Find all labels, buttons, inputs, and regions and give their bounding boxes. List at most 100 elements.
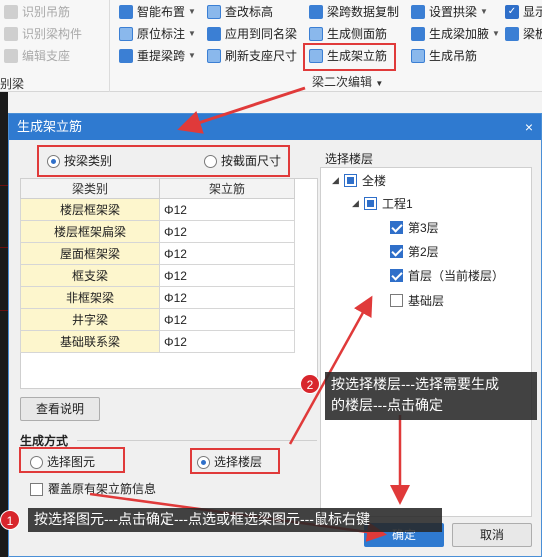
ribbon-left-group-label: 别梁 bbox=[0, 77, 25, 91]
beam-slab-icon bbox=[505, 27, 519, 41]
re-extract-span-button[interactable]: 重提梁跨 ▼ bbox=[119, 46, 196, 66]
radio-selected-icon bbox=[47, 155, 60, 169]
rebar-cell[interactable]: Φ12 bbox=[159, 264, 295, 287]
mode-by-section-radio[interactable]: 按截面尺寸 bbox=[204, 153, 281, 169]
checkbox-checked-icon[interactable] bbox=[390, 268, 403, 282]
in-situ-annotation-icon bbox=[119, 27, 133, 41]
generate-erection-rebar-dialog: 生成架立筋 × 按梁类别 按截面尺寸 梁类别 架立筋 楼层框架梁 Φ12 楼层框架… bbox=[8, 113, 542, 557]
column-header: 梁类别 bbox=[20, 178, 160, 199]
column-header: 架立筋 bbox=[159, 178, 295, 199]
identify-beam-button[interactable]: 识别梁构件 bbox=[4, 24, 82, 44]
chevron-down-icon: ▼ bbox=[188, 51, 196, 60]
table-row[interactable]: 框支梁 Φ12 bbox=[20, 264, 295, 287]
arch-beam-button[interactable]: 设置拱梁 ▼ bbox=[411, 2, 488, 22]
beam-haunch-button[interactable]: 生成梁加腋 ▼ bbox=[411, 24, 500, 44]
help-button[interactable]: 查看说明 bbox=[20, 397, 100, 421]
copy-span-data-button[interactable]: 梁跨数据复制 bbox=[309, 2, 399, 22]
identify-beam-icon bbox=[4, 27, 18, 41]
side-rebar-button[interactable]: 生成侧面筋 bbox=[309, 24, 387, 44]
workspace-backdrop bbox=[0, 92, 8, 557]
hanger-rebar-icon bbox=[411, 49, 425, 63]
table-row[interactable]: 非框架梁 Φ12 bbox=[20, 286, 295, 309]
beam-type-cell: 楼层框架扁梁 bbox=[20, 220, 160, 243]
tree-node-project[interactable]: ◢ 工程1 bbox=[352, 193, 413, 213]
divider bbox=[77, 440, 317, 441]
dialog-title: 生成架立筋 bbox=[17, 119, 83, 134]
rebar-cell[interactable]: Φ12 bbox=[159, 198, 295, 221]
chevron-down-icon: ▼ bbox=[480, 7, 488, 16]
apply-same-name-button[interactable]: 应用到同名梁 bbox=[207, 24, 297, 44]
show-checkbox-icon: ✓ bbox=[505, 5, 519, 19]
table-row[interactable]: 楼层框架扁梁 Φ12 bbox=[20, 220, 295, 243]
refresh-support-button[interactable]: 刷新支座尺寸 bbox=[207, 46, 297, 66]
table-row[interactable]: 井字梁 Φ12 bbox=[20, 308, 295, 331]
re-extract-span-icon bbox=[119, 49, 133, 63]
ribbon-toolbar: 识别吊筋 识别梁构件 编辑支座 别梁 智能布置 ▼ 原位标注 ▼ 重提梁跨 ▼ 查改标… bbox=[0, 0, 542, 92]
erection-rebar-highlight bbox=[303, 43, 396, 71]
rebar-cell[interactable]: Φ12 bbox=[159, 286, 295, 309]
radio-icon bbox=[30, 456, 43, 470]
table-header-row: 梁类别 架立筋 bbox=[20, 178, 295, 199]
checkbox-icon[interactable] bbox=[390, 293, 403, 307]
check-elevation-button[interactable]: 查改标高 bbox=[207, 2, 273, 22]
beam-type-table: 梁类别 架立筋 楼层框架梁 Φ12 楼层框架扁梁 Φ12 屋面框架梁 Φ12 框支梁 Φ… bbox=[20, 178, 295, 353]
check-elevation-icon bbox=[207, 5, 221, 19]
backdrop-line bbox=[0, 247, 8, 248]
tree-node-floor[interactable]: 基础层 bbox=[390, 290, 444, 310]
beam-type-cell: 屋面框架梁 bbox=[20, 242, 160, 265]
copy-span-data-icon bbox=[309, 5, 323, 19]
identify-hanger-button[interactable]: 识别吊筋 bbox=[4, 2, 70, 22]
refresh-support-icon bbox=[207, 49, 221, 63]
beam-type-cell: 井字梁 bbox=[20, 308, 160, 331]
tree-node-floor[interactable]: 第2层 bbox=[390, 241, 439, 261]
collapse-arrow-icon[interactable]: ◢ bbox=[352, 198, 364, 209]
step-badge-1: 1 bbox=[0, 510, 20, 530]
radio-icon bbox=[204, 155, 217, 169]
hanger-rebar-button[interactable]: 生成吊筋 bbox=[411, 46, 477, 66]
edit-support-button[interactable]: 编辑支座 bbox=[4, 46, 70, 66]
cancel-button[interactable]: 取消 bbox=[452, 523, 532, 547]
close-icon[interactable]: × bbox=[525, 114, 533, 140]
rebar-cell[interactable]: Φ12 bbox=[159, 330, 295, 353]
callout-element-selection: 按选择图元---点击确定---点选或框选梁图元---鼠标右键 bbox=[28, 508, 442, 532]
arch-beam-icon bbox=[411, 5, 425, 19]
checkbox-checked-icon[interactable] bbox=[390, 220, 403, 234]
tree-node-floor[interactable]: 第3层 bbox=[390, 217, 439, 237]
rebar-cell[interactable]: Φ12 bbox=[159, 220, 295, 243]
ribbon-left-group: 识别吊筋 识别梁构件 编辑支座 别梁 bbox=[0, 0, 110, 92]
checkbox-partial-icon[interactable] bbox=[364, 196, 377, 210]
beam-haunch-icon bbox=[411, 27, 425, 41]
dialog-title-bar: 生成架立筋 × bbox=[9, 114, 541, 140]
side-rebar-icon bbox=[309, 27, 323, 41]
overwrite-checkbox[interactable]: 覆盖原有架立筋信息 bbox=[30, 481, 156, 497]
gen-by-floor-radio[interactable]: 选择楼层 bbox=[197, 454, 262, 470]
step-badge-2: 2 bbox=[300, 374, 320, 394]
show-toggle[interactable]: ✓ 显示 bbox=[505, 2, 542, 22]
mode-by-type-radio[interactable]: 按梁类别 bbox=[47, 153, 112, 169]
floor-section-label: 选择楼层 bbox=[325, 152, 374, 166]
gen-by-element-radio[interactable]: 选择图元 bbox=[30, 454, 95, 470]
rebar-cell[interactable]: Φ12 bbox=[159, 242, 295, 265]
ribbon-group-label[interactable]: 梁二次编辑 ▼ bbox=[312, 73, 383, 90]
beam-slab-button[interactable]: 梁板 bbox=[505, 24, 542, 44]
smart-layout-button[interactable]: 智能布置 ▼ bbox=[119, 2, 196, 22]
checkbox-icon bbox=[30, 483, 43, 497]
checkbox-checked-icon[interactable] bbox=[390, 244, 403, 258]
beam-type-cell: 非框架梁 bbox=[20, 286, 160, 309]
checkbox-partial-icon[interactable] bbox=[344, 173, 357, 187]
in-situ-annotation-button[interactable]: 原位标注 ▼ bbox=[119, 24, 196, 44]
callout-floor-selection: 按选择楼层---选择需要生成 的楼层---点击确定 bbox=[325, 372, 537, 420]
smart-layout-icon bbox=[119, 5, 133, 19]
apply-same-name-icon bbox=[207, 27, 221, 41]
tree-node-floor[interactable]: 首层（当前楼层） bbox=[390, 265, 504, 285]
tree-node-whole-building[interactable]: ◢ 全楼 bbox=[332, 170, 386, 190]
chevron-down-icon: ▼ bbox=[375, 79, 384, 88]
table-row[interactable]: 基础联系梁 Φ12 bbox=[20, 330, 295, 353]
collapse-arrow-icon[interactable]: ◢ bbox=[332, 175, 344, 186]
chevron-down-icon: ▼ bbox=[492, 29, 500, 38]
table-row[interactable]: 屋面框架梁 Φ12 bbox=[20, 242, 295, 265]
beam-type-cell: 基础联系梁 bbox=[20, 330, 160, 353]
rebar-cell[interactable]: Φ12 bbox=[159, 308, 295, 331]
table-row[interactable]: 楼层框架梁 Φ12 bbox=[20, 198, 295, 221]
chevron-down-icon: ▼ bbox=[188, 29, 196, 38]
